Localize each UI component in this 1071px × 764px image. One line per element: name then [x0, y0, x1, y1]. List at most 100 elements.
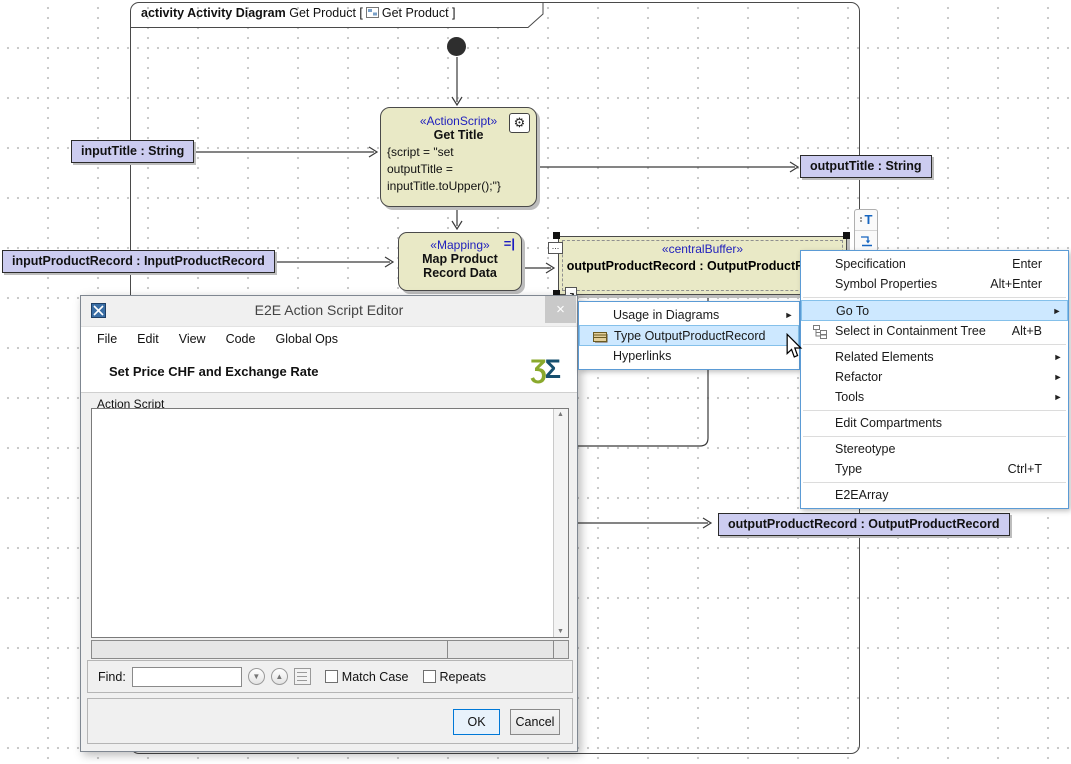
cancel-button[interactable]: Cancel [510, 709, 560, 735]
scroll-up-icon[interactable]: ▲ [557, 411, 564, 418]
submenu-arrow-icon: ► [781, 310, 797, 320]
script-editor-area: ▲ ▼ [91, 408, 569, 638]
repeats-option: Repeats [423, 670, 487, 684]
menu-item-label: Hyperlinks [613, 349, 773, 363]
find-panel: Find: ▼ ▲ Match Case Repeats [87, 660, 573, 693]
submenu-arrow-icon: ► [1050, 352, 1066, 362]
repeats-label: Repeats [440, 670, 487, 684]
menu-separator [803, 410, 1066, 411]
menu-item-label: Select in Containment Tree [835, 324, 1012, 338]
menu-item-select-in-containment-tree[interactable]: Select in Containment Tree Alt+B [801, 321, 1068, 341]
find-input[interactable] [132, 667, 242, 687]
menu-edit[interactable]: Edit [127, 332, 169, 346]
menu-item-label: Edit Compartments [835, 416, 1042, 430]
mapping-name-line: Record Data [399, 266, 521, 280]
lines-icon [297, 672, 307, 681]
menu-item-symbol-properties[interactable]: Symbol Properties Alt+Enter [801, 274, 1068, 294]
action-script-editor-dialog: E2E Action Script Editor × File Edit Vie… [80, 295, 578, 752]
submenu-arrow-icon: ► [1050, 392, 1066, 402]
frame-kind-label: activity Activity Diagram [141, 6, 286, 20]
menu-item-type[interactable]: Type Ctrl+T [801, 459, 1068, 479]
repeats-checkbox[interactable] [423, 670, 436, 683]
selection-handle[interactable] [843, 232, 850, 239]
menu-item-label: Go To [836, 304, 1041, 318]
dialog-menubar: File Edit View Code Global Ops [81, 326, 577, 351]
menu-separator [803, 297, 1066, 298]
menu-file[interactable]: File [87, 332, 127, 346]
insert-flow-icon[interactable] [855, 231, 877, 251]
submenu-arrow-icon: ► [1049, 306, 1065, 316]
frame-inner-label: Get Product ] [382, 6, 456, 20]
script-line: outputTitle = [387, 161, 530, 178]
editor-vertical-scrollbar[interactable]: ▲ ▼ [553, 409, 568, 637]
dialog-titlebar[interactable]: E2E Action Script Editor × [81, 296, 577, 326]
action-get-title[interactable]: «ActionScript» Get Title {script = "set … [380, 107, 537, 207]
menu-item-go-to[interactable]: Go To ► [801, 300, 1068, 321]
menu-item-refactor[interactable]: Refactor ► [801, 367, 1068, 387]
menu-code[interactable]: Code [216, 332, 266, 346]
menu-item-shortcut: Alt+Enter [990, 277, 1042, 291]
menu-item-label: Type [835, 462, 1008, 476]
menu-item-e2earray[interactable]: E2EArray [801, 485, 1068, 505]
menu-item-label: Specification [835, 257, 1012, 271]
menu-item-shortcut: Enter [1012, 257, 1042, 271]
highlight-all-button[interactable] [294, 668, 311, 685]
up-triangle-icon: ▲ [275, 672, 283, 681]
menu-item-label: Usage in Diagrams [613, 308, 773, 322]
menu-item-related-elements[interactable]: Related Elements ► [801, 347, 1068, 367]
find-next-button[interactable]: ▼ [248, 668, 265, 685]
pin-input-product-record[interactable]: inputProductRecord : InputProductRecord [2, 250, 275, 273]
pin-output-product-record[interactable]: outputProductRecord : OutputProductRecor… [718, 513, 1010, 536]
action-map-product-record-data[interactable]: «Mapping» Map Product Record Data =| [398, 232, 522, 291]
menu-item-specification[interactable]: Specification Enter [801, 254, 1068, 274]
menu-item-shortcut: Alt+B [1012, 324, 1042, 338]
initial-node[interactable] [447, 37, 466, 56]
menu-item-shortcut: Ctrl+T [1008, 462, 1042, 476]
menu-view[interactable]: View [169, 332, 216, 346]
application-canvas: activity Activity Diagram Get Product [ G… [0, 0, 1071, 764]
ok-button[interactable]: OK [453, 709, 500, 735]
menu-item-stereotype[interactable]: Stereotype [801, 439, 1068, 459]
script-line: inputTitle.toUpper();"} [387, 178, 530, 195]
statusbar-divider [447, 641, 448, 658]
action-script-textarea[interactable] [92, 409, 553, 637]
menu-item-tools[interactable]: Tools ► [801, 387, 1068, 407]
find-label: Find: [98, 670, 126, 684]
gear-icon[interactable]: ⚙ [509, 113, 530, 133]
menu-item-usage-in-diagrams[interactable]: Usage in Diagrams ► [579, 305, 799, 325]
menu-item-edit-compartments[interactable]: Edit Compartments [801, 413, 1068, 433]
submenu-arrow-icon: ► [1050, 372, 1066, 382]
frame-header-text: activity Activity Diagram Get Product [ G… [141, 6, 456, 22]
element-context-menu: Specification Enter Symbol Properties Al… [800, 250, 1069, 509]
frame-context-label: Get Product [ [289, 6, 363, 20]
edit-name-icon[interactable]: T [855, 210, 877, 231]
find-previous-button[interactable]: ▲ [271, 668, 288, 685]
pin-input-title[interactable]: inputTitle : String [71, 140, 194, 163]
script-name-heading: Set Price CHF and Exchange Rate [109, 364, 319, 379]
menu-separator [803, 344, 1066, 345]
scroll-down-icon[interactable]: ▼ [557, 628, 564, 635]
editor-horizontal-scrollbar[interactable] [91, 640, 569, 659]
close-icon[interactable]: × [545, 296, 576, 323]
menu-separator [803, 482, 1066, 483]
dialog-heading-row: Set Price CHF and Exchange Rate ƷΣ [81, 351, 577, 393]
statusbar-divider [553, 641, 554, 658]
menu-item-hyperlinks[interactable]: Hyperlinks [579, 346, 799, 366]
menu-global-ops[interactable]: Global Ops [265, 332, 348, 346]
pin-output-title[interactable]: outputTitle : String [800, 155, 932, 178]
down-triangle-icon: ▼ [252, 672, 260, 681]
activity-diagram-icon [366, 6, 379, 22]
match-case-checkbox[interactable] [325, 670, 338, 683]
compartment-edit-button[interactable]: ... [548, 242, 563, 254]
menu-item-label: E2EArray [835, 488, 1042, 502]
selection-handle[interactable] [553, 232, 560, 239]
menu-item-label: Symbol Properties [835, 277, 990, 291]
menu-item-label: Refactor [835, 370, 1042, 384]
menu-item-type-outputproductrecord[interactable]: Type OutputProductRecord [579, 325, 799, 346]
containment-tree-icon [805, 324, 835, 339]
menu-separator [803, 436, 1066, 437]
dialog-title: E2E Action Script Editor [81, 302, 577, 318]
menu-item-label: Tools [835, 390, 1042, 404]
match-case-option: Match Case [325, 670, 409, 684]
diagram-frame-header: activity Activity Diagram Get Product [ G… [131, 3, 545, 28]
